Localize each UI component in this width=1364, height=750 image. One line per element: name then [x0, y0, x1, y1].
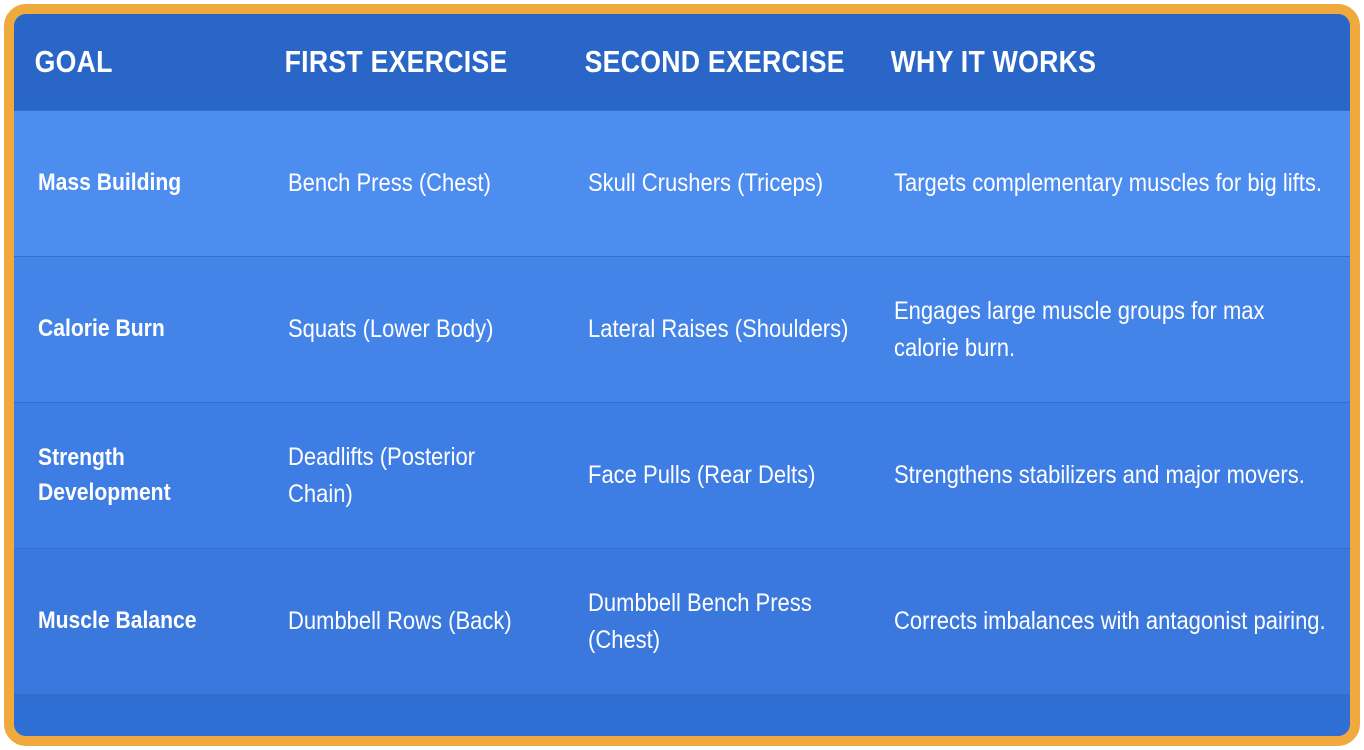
header-row: GOAL FIRST EXERCISE SECOND EXERCISE WHY … [14, 14, 1350, 111]
cell-second-exercise: Lateral Raises (Shoulders) [588, 315, 849, 344]
cell-why-it-works: Engages large muscle groups for max calo… [894, 297, 1265, 362]
cell-first-exercise: Dumbbell Rows (Back) [288, 607, 512, 636]
column-header-why-it-works: WHY IT WORKS [890, 44, 1097, 79]
cell-second-exercise: Face Pulls (Rear Delts) [588, 461, 816, 490]
cell-goal: Strength Development [38, 443, 171, 506]
cell-first-exercise: Squats (Lower Body) [288, 315, 494, 344]
exercise-pairing-table: GOAL FIRST EXERCISE SECOND EXERCISE WHY … [14, 14, 1350, 737]
cell-why-it-works: Strengthens stabilizers and major movers… [894, 461, 1305, 490]
column-header-second-exercise: SECOND EXERCISE [584, 44, 845, 79]
table-row: Endurance Training Bulgarian Split Squat… [14, 694, 1350, 737]
cell-why-it-works: Corrects imbalances with antagonist pair… [894, 607, 1326, 636]
table-row: Muscle Balance Dumbbell Rows (Back) Dumb… [14, 548, 1350, 695]
table-header: GOAL FIRST EXERCISE SECOND EXERCISE WHY … [14, 14, 1350, 111]
cell-second-exercise: Dumbbell Bench Press (Chest) [588, 589, 812, 654]
cell-goal: Muscle Balance [38, 607, 197, 635]
cell-first-exercise: Bench Press (Chest) [288, 169, 491, 198]
cell-goal: Endurance Training [14, 695, 264, 737]
cell-second-exercise: Push-Ups (Chest & Core) [564, 695, 870, 737]
column-header-goal: GOAL [34, 44, 113, 79]
cell-first-exercise: Bulgarian Split Squats (Legs) [264, 695, 564, 736]
table-row: Mass Building Bench Press (Chest) Skull … [14, 110, 1350, 257]
cell-goal: Mass Building [38, 169, 182, 197]
cell-first-exercise: Deadlifts (Posterior Chain) [288, 443, 476, 508]
table-row: Calorie Burn Squats (Lower Body) Lateral… [14, 256, 1350, 403]
table-row: Strength Development Deadlifts (Posterio… [14, 402, 1350, 549]
cell-why-it-works: Builds stamina while targeting multiple … [870, 695, 1350, 736]
table-frame: GOAL FIRST EXERCISE SECOND EXERCISE WHY … [4, 4, 1360, 746]
table-body: Mass Building Bench Press (Chest) Skull … [14, 110, 1350, 737]
cell-goal: Calorie Burn [38, 315, 165, 343]
cell-why-it-works: Targets complementary muscles for big li… [894, 169, 1322, 198]
cell-second-exercise: Skull Crushers (Triceps) [588, 169, 824, 198]
column-header-first-exercise: FIRST EXERCISE [284, 44, 508, 79]
